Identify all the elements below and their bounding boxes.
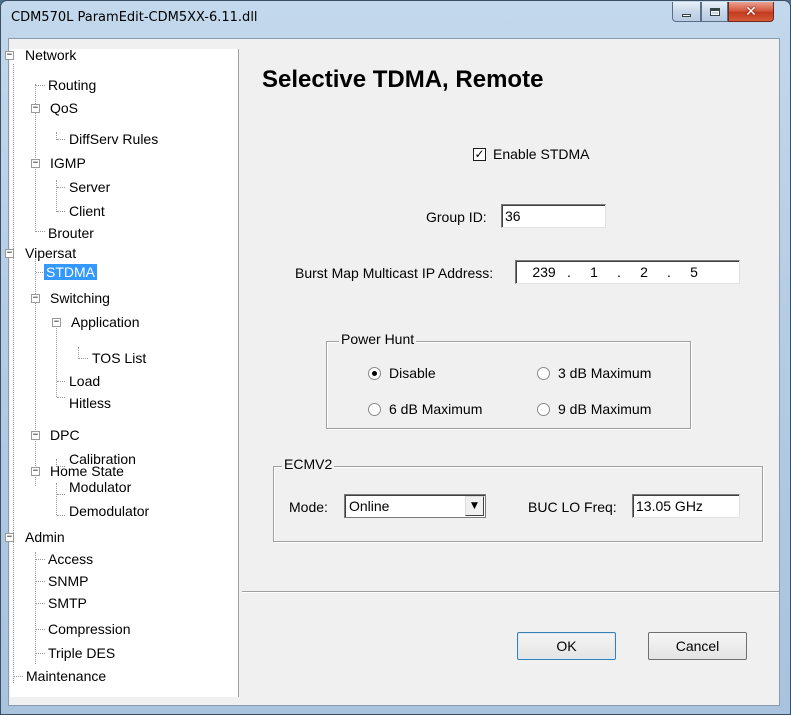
ip-separator: . bbox=[617, 264, 621, 280]
tree-connector bbox=[56, 180, 57, 212]
collapse-icon[interactable]: − bbox=[5, 249, 14, 258]
tree-item-load[interactable]: Load bbox=[67, 373, 102, 389]
tree-item-dpc[interactable]: DPC bbox=[48, 427, 82, 443]
collapse-icon[interactable]: − bbox=[31, 467, 40, 476]
ip-separator: . bbox=[567, 264, 571, 280]
tree-connector bbox=[56, 483, 57, 515]
tree-item-qos[interactable]: QoS bbox=[48, 100, 80, 116]
ip-octet-4[interactable]: 5 bbox=[680, 261, 708, 283]
collapse-icon[interactable]: − bbox=[31, 104, 40, 113]
radio-3db-label: 3 dB Maximum bbox=[558, 365, 652, 381]
ip-separator: . bbox=[667, 264, 671, 280]
tree-item-server[interactable]: Server bbox=[67, 179, 112, 195]
tree-item-diffserv-rules[interactable]: DiffServ Rules bbox=[67, 131, 160, 147]
group-id-label: Group ID: bbox=[426, 209, 487, 225]
radio-6db-label: 6 dB Maximum bbox=[389, 401, 483, 417]
tree-connector bbox=[36, 629, 45, 630]
tree-item-switching[interactable]: Switching bbox=[48, 290, 112, 306]
tree-connector bbox=[36, 581, 45, 582]
tree-connector bbox=[57, 381, 65, 382]
window-title: CDM570L ParamEdit-CDM5XX-6.11.dll bbox=[11, 10, 258, 25]
enable-stdma-label: Enable STDMA bbox=[493, 146, 590, 162]
collapse-icon[interactable]: − bbox=[31, 294, 40, 303]
tree-item-brouter[interactable]: Brouter bbox=[46, 225, 96, 241]
tree-connector bbox=[57, 187, 65, 188]
tree-item-routing[interactable]: Routing bbox=[46, 77, 98, 93]
tree-item-tos-list[interactable]: TOS List bbox=[90, 350, 148, 366]
tree-connector bbox=[36, 653, 45, 654]
tree-item-hitless[interactable]: Hitless bbox=[67, 395, 113, 411]
mode-label: Mode: bbox=[289, 499, 328, 515]
burst-map-label: Burst Map Multicast IP Address: bbox=[295, 265, 494, 281]
tree-item-smtp[interactable]: SMTP bbox=[46, 595, 89, 611]
tree-connector bbox=[36, 231, 45, 232]
maximize-button[interactable] bbox=[701, 2, 728, 22]
tree-item-application[interactable]: Application bbox=[69, 314, 142, 330]
tree-item-access[interactable]: Access bbox=[46, 551, 95, 567]
tree-item-maintenance[interactable]: Maintenance bbox=[24, 668, 108, 684]
radio-9db-maximum[interactable] bbox=[537, 403, 550, 416]
tree-item-compression[interactable]: Compression bbox=[46, 621, 132, 637]
tree-item-network[interactable]: Network bbox=[23, 47, 78, 63]
collapse-icon[interactable]: − bbox=[5, 533, 14, 542]
ip-octet-1[interactable]: 239 bbox=[530, 261, 558, 283]
tree-connector bbox=[56, 322, 57, 397]
ecmv2-title: ECMV2 bbox=[282, 456, 335, 472]
collapse-icon[interactable]: − bbox=[31, 159, 40, 168]
tree-item-vipersat[interactable]: Vipersat bbox=[23, 245, 78, 261]
radio-3db-maximum[interactable] bbox=[537, 367, 550, 380]
power-hunt-title: Power Hunt bbox=[339, 331, 417, 347]
radio-6db-maximum[interactable] bbox=[368, 403, 381, 416]
tree-connector bbox=[57, 397, 65, 398]
tree-connector bbox=[57, 139, 65, 140]
minimize-button[interactable] bbox=[672, 2, 701, 22]
dropdown-arrow-icon[interactable]: ▼ bbox=[465, 496, 484, 516]
mode-select[interactable]: Online ▼ bbox=[344, 494, 486, 518]
tree-connector bbox=[13, 64, 14, 683]
enable-stdma-checkbox[interactable]: ✓ bbox=[473, 148, 486, 161]
ip-octet-2[interactable]: 1 bbox=[580, 261, 608, 283]
collapse-icon[interactable]: − bbox=[5, 51, 14, 60]
collapse-icon[interactable]: − bbox=[31, 431, 40, 440]
radio-disable-label: Disable bbox=[389, 365, 436, 381]
tree-item-stdma[interactable]: STDMA bbox=[44, 264, 97, 280]
collapse-icon[interactable]: − bbox=[52, 318, 61, 327]
tree-connector bbox=[57, 494, 65, 495]
tree-item-client[interactable]: Client bbox=[67, 203, 107, 219]
tree-item-admin[interactable]: Admin bbox=[23, 529, 67, 545]
tree-connector bbox=[14, 676, 23, 677]
tree-connector bbox=[35, 552, 36, 664]
tree-item-triple-des[interactable]: Triple DES bbox=[46, 645, 117, 661]
tree-connector bbox=[36, 85, 45, 86]
radio-disable[interactable] bbox=[368, 367, 381, 380]
radio-9db-label: 9 dB Maximum bbox=[558, 401, 652, 417]
tree-item-demodulator[interactable]: Demodulator bbox=[67, 503, 151, 519]
title-bar[interactable]: CDM570L ParamEdit-CDM5XX-6.11.dll ✕ bbox=[1, 1, 790, 39]
check-icon: ✓ bbox=[474, 147, 485, 161]
mode-value: Online bbox=[349, 498, 390, 514]
ip-octet-3[interactable]: 2 bbox=[630, 261, 658, 283]
footer-divider bbox=[242, 591, 779, 593]
tree-connector bbox=[79, 358, 88, 359]
close-button[interactable]: ✕ bbox=[728, 2, 774, 22]
tree-connector bbox=[36, 603, 45, 604]
tree-item-igmp[interactable]: IGMP bbox=[48, 155, 88, 171]
buc-lo-freq-input[interactable]: 13.05 GHz bbox=[632, 494, 740, 518]
close-icon: ✕ bbox=[745, 3, 757, 20]
settings-tree[interactable]: − Network Routing − QoS DiffServ Rules −… bbox=[5, 47, 239, 697]
tree-connector bbox=[57, 211, 65, 212]
radio-selected-dot bbox=[372, 371, 377, 376]
tree-connector bbox=[57, 515, 65, 516]
buc-lo-freq-label: BUC LO Freq: bbox=[528, 499, 617, 515]
tree-item-modulator[interactable]: Modulator bbox=[67, 479, 133, 495]
group-id-input[interactable]: 36 bbox=[501, 204, 606, 228]
tree-connector bbox=[36, 559, 45, 560]
minimize-icon bbox=[682, 13, 691, 17]
tree-item-snmp[interactable]: SNMP bbox=[46, 573, 90, 589]
ok-button[interactable]: OK bbox=[517, 632, 616, 660]
cancel-button[interactable]: Cancel bbox=[648, 632, 747, 660]
burst-map-ip-input[interactable]: 239 . 1 . 2 . 5 bbox=[515, 260, 740, 284]
maximize-icon bbox=[709, 7, 720, 16]
page-title: Selective TDMA, Remote bbox=[262, 66, 544, 93]
